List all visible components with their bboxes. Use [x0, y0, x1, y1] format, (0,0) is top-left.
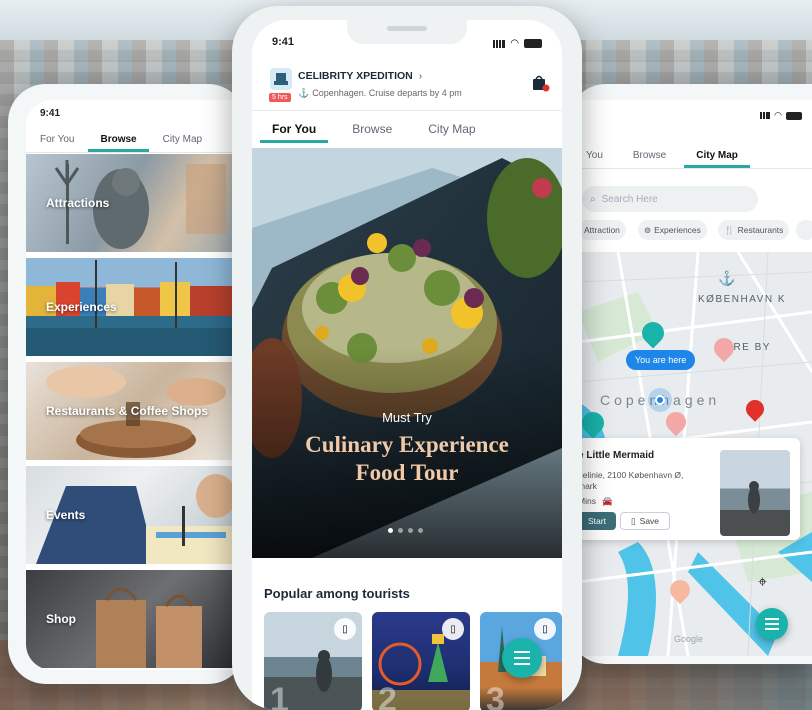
menu-fab[interactable] — [756, 608, 788, 640]
battery-icon — [524, 39, 542, 48]
for-you-screen: 9:41 ◠ 5 hrs CELIBRITY XPEDITION › ⚓ Cop… — [252, 20, 562, 710]
right-phone: ◠ You Browse City Map ⌕ Search Here Attr… — [568, 84, 812, 664]
anchor-icon: ⚓ — [298, 88, 310, 98]
popular-card-1[interactable]: ▯ 1 — [264, 612, 362, 710]
status-icons: ◠ — [760, 110, 802, 121]
search-icon: ⌕ — [590, 193, 596, 205]
shopping-bag-icon[interactable] — [532, 74, 550, 92]
chip-experiences[interactable]: ⊚ Experiences — [638, 220, 707, 240]
chip-restaurants[interactable]: 🍴 Restaurants — [718, 220, 790, 240]
restaurant-icon: 🍴 — [724, 224, 735, 235]
search-input[interactable]: Search Here — [602, 194, 658, 205]
tab-browse[interactable]: Browse — [352, 122, 392, 142]
popular-card-2[interactable]: ▯ 2 — [372, 612, 470, 710]
category-attractions[interactable]: Attractions — [26, 154, 240, 252]
menu-fab[interactable] — [502, 638, 542, 678]
status-icons: ◠ — [493, 38, 542, 49]
carousel-dots[interactable] — [388, 528, 423, 533]
map-label-kobenhavn-k: KØBENHAVN K — [698, 294, 786, 305]
right-tabs: You Browse City Map — [586, 150, 750, 168]
bookmark-icon: ▯ — [542, 623, 548, 635]
phone-notch — [347, 20, 467, 44]
status-time: 9:41 — [40, 108, 61, 119]
city-map[interactable]: KØBENHAVN K NDRE BY Copenhagen You are h… — [578, 252, 812, 656]
left-tabs: For You Browse City Map — [40, 134, 202, 152]
bookmark-icon: ▯ — [630, 515, 636, 526]
rank-number: 3 — [486, 681, 505, 710]
wifi-icon: ◠ — [774, 110, 782, 120]
category-label: Shop — [46, 612, 76, 626]
battery-icon — [786, 111, 802, 120]
category-label: Events — [46, 508, 86, 522]
hero-kicker: Must Try — [382, 410, 432, 425]
cruise-subtitle: Copenhagen. Cruise departs by 4 pm — [312, 88, 462, 98]
tab-city-map[interactable]: City Map — [163, 134, 202, 151]
hero-carousel[interactable]: Must Try Culinary Experience Food Tour — [252, 148, 562, 558]
you-are-here-tooltip: You are here — [626, 350, 696, 370]
city-map-screen: ◠ You Browse City Map ⌕ Search Here Attr… — [578, 100, 812, 656]
bookmark-icon: ▯ — [342, 623, 348, 635]
bookmark-pin-icon[interactable]: ⚓ — [718, 270, 735, 287]
signal-icon — [760, 112, 771, 119]
experiences-icon: ⊚ — [644, 224, 652, 235]
rank-number: 1 — [270, 681, 289, 710]
category-experiences[interactable]: Experiences — [26, 258, 240, 356]
category-events[interactable]: Events — [26, 466, 240, 564]
left-phone: 9:41 For You Browse City Map Attractions — [8, 84, 246, 684]
wifi-icon: ◠ — [510, 38, 519, 49]
menu-icon — [765, 618, 779, 630]
tab-city-map[interactable]: City Map — [428, 122, 475, 142]
carousel-dot[interactable] — [418, 528, 423, 533]
chip-more[interactable] — [796, 220, 812, 240]
map-attribution: Google — [674, 634, 704, 644]
tab-for-you[interactable]: You — [586, 150, 603, 167]
tab-browse[interactable]: Browse — [88, 134, 149, 152]
tab-for-you[interactable]: For You — [40, 134, 74, 151]
start-button[interactable]: Start — [578, 512, 616, 530]
place-card[interactable]: e Little Mermaid gelinie, 2100 København… — [578, 438, 800, 540]
tab-for-you[interactable]: For You — [259, 122, 329, 143]
status-time: 9:41 — [272, 36, 295, 48]
menu-icon — [514, 651, 530, 665]
carousel-dot[interactable] — [388, 528, 393, 533]
save-button[interactable]: ▯ Save — [620, 512, 670, 530]
signal-icon — [493, 39, 506, 48]
center-phone: 9:41 ◠ 5 hrs CELIBRITY XPEDITION › ⚓ Cop… — [232, 6, 582, 710]
bookmark-icon: ▯ — [450, 623, 456, 635]
hero-title-line1: Culinary Experience — [305, 432, 509, 457]
time-badge: 5 hrs — [269, 93, 291, 102]
category-shop[interactable]: Shop — [26, 570, 240, 668]
category-label: Experiences — [46, 300, 117, 314]
recenter-icon[interactable]: ⌖ — [758, 574, 767, 592]
carousel-dot[interactable] — [398, 528, 403, 533]
category-label: Attractions — [46, 196, 110, 210]
place-name: e Little Mermaid — [578, 450, 655, 461]
bookmark-button[interactable]: ▯ — [334, 618, 356, 640]
cruise-ship-icon — [270, 68, 292, 90]
car-icon: 🚘 — [601, 496, 613, 506]
chip-attraction[interactable]: Attraction — [578, 220, 626, 240]
center-tabs: For You Browse City Map — [259, 122, 476, 143]
search-bar[interactable]: ⌕ Search Here — [582, 186, 758, 212]
bookmark-button[interactable]: ▯ — [442, 618, 464, 640]
chevron-right-icon: › — [418, 70, 423, 82]
carousel-dot[interactable] — [408, 528, 413, 533]
place-thumbnail — [720, 450, 790, 536]
browse-screen: 9:41 For You Browse City Map Attractions — [26, 100, 240, 670]
category-label: Restaurants & Coffee Shops — [46, 404, 209, 418]
hero-title-line2: Food Tour — [355, 460, 459, 485]
cruise-title[interactable]: CELIBRITY XPEDITION › — [298, 70, 422, 82]
bookmark-button[interactable]: ▯ — [534, 618, 556, 640]
tab-browse[interactable]: Browse — [633, 150, 666, 167]
place-address-line1: gelinie, 2100 København Ø, — [578, 470, 684, 480]
rank-number: 2 — [378, 681, 397, 710]
category-restaurants[interactable]: Restaurants & Coffee Shops — [26, 362, 240, 460]
current-location-dot — [655, 395, 665, 405]
tab-city-map[interactable]: City Map — [684, 150, 750, 168]
section-title: Popular among tourists — [264, 586, 410, 601]
